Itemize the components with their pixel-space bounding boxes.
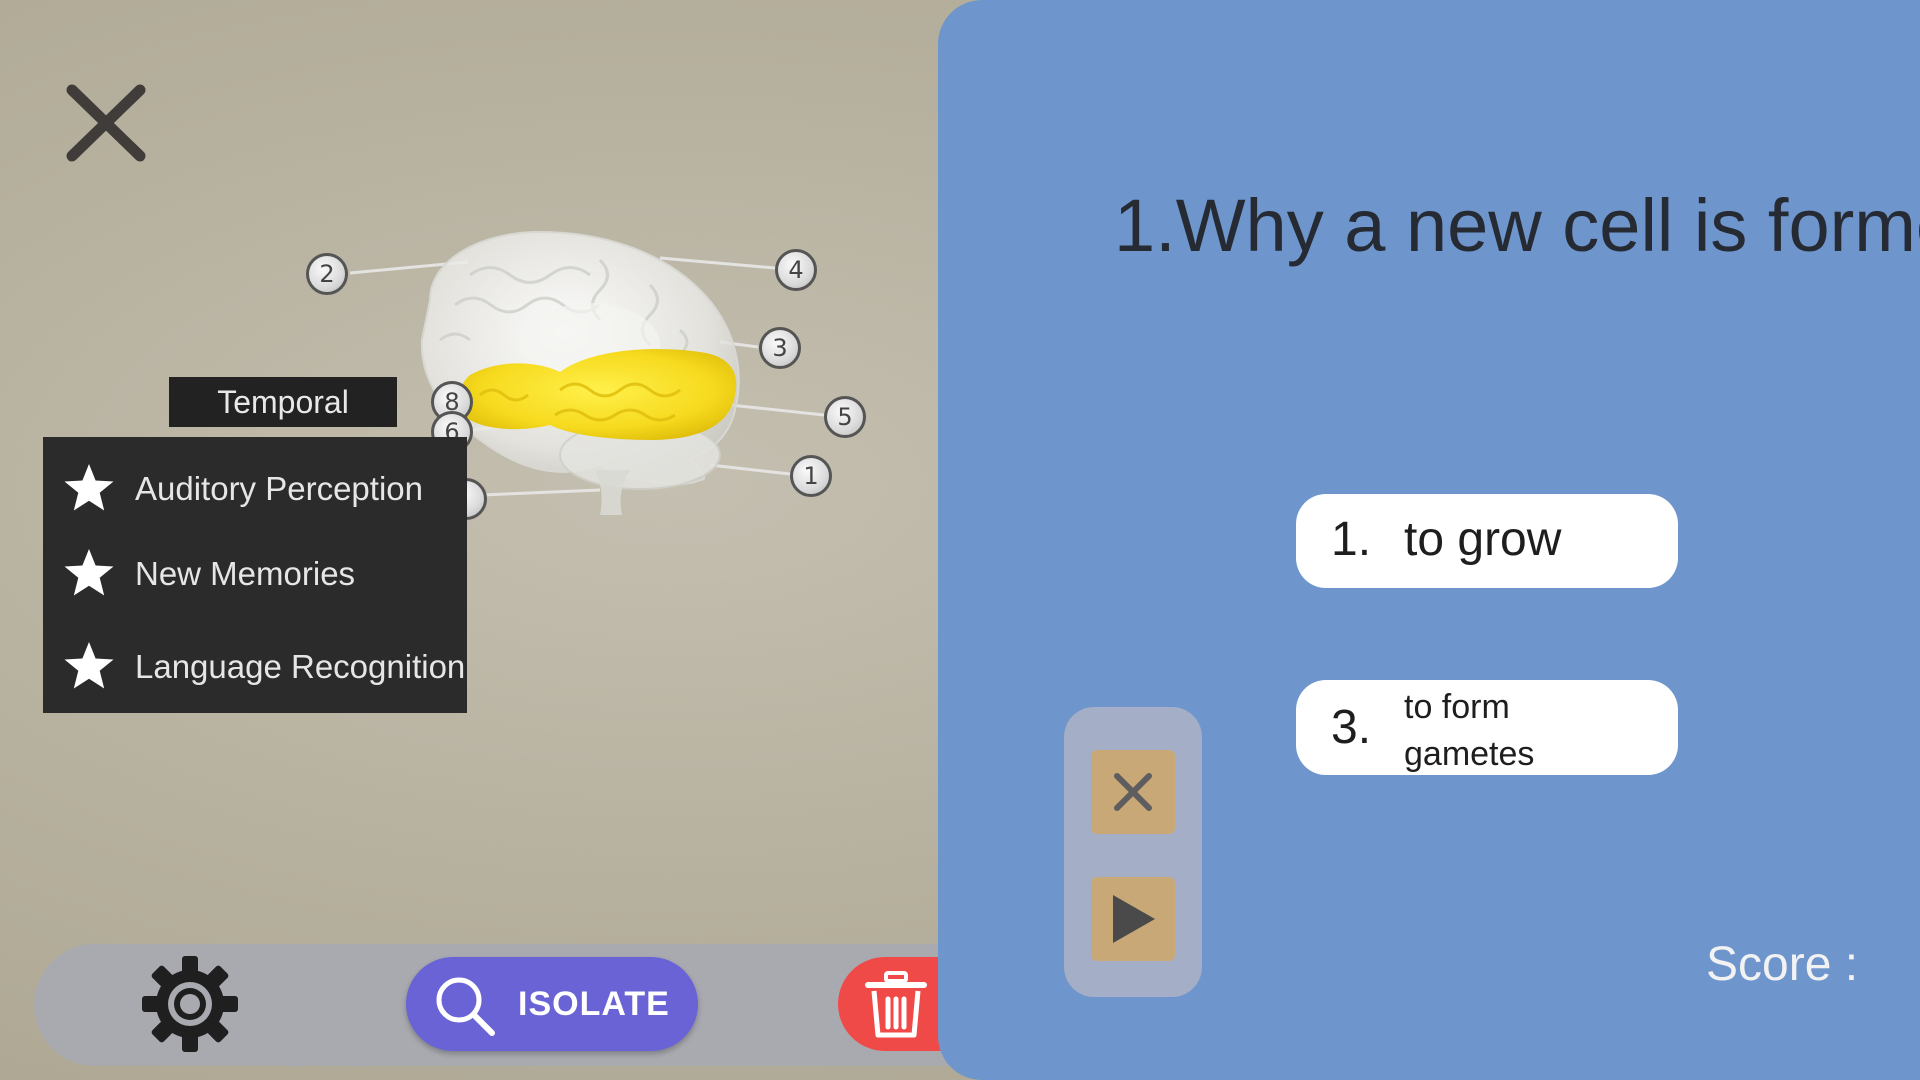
star-icon [64, 549, 114, 596]
answer-option-3[interactable]: 3. to form gametes [1296, 680, 1678, 775]
answer-option-1[interactable]: 1. to grow [1296, 494, 1678, 588]
region-label: Temporal [169, 377, 397, 427]
quiz-cancel-button[interactable] [1091, 750, 1175, 834]
info-item: New Memories [61, 544, 355, 604]
score-label: Score : [1706, 938, 1859, 991]
x-icon [1114, 773, 1152, 811]
brain-pin-1[interactable]: 1 [790, 455, 832, 497]
quiz-question: 1.Why a new cell is formed? [1114, 184, 1920, 267]
answer-number: 3. [1331, 701, 1372, 754]
info-item: Auditory Perception [61, 459, 423, 519]
info-item-label: New Memories [135, 555, 356, 592]
brain-pin-5[interactable]: 5 [824, 396, 866, 438]
trash-icon [865, 971, 927, 1038]
isolate-button-label: ISOLATE [518, 985, 670, 1023]
brain-pin-4[interactable]: 4 [775, 249, 817, 291]
ar-scene: 2 4 3 8 6 5 1 Temporal Auditory Percepti… [0, 0, 1920, 1080]
settings-button[interactable] [138, 952, 242, 1056]
play-icon [1113, 895, 1155, 943]
answer-text: to grow [1404, 513, 1562, 566]
region-info-panel: Auditory Perception New Memories Languag… [43, 437, 467, 713]
isolate-button[interactable]: ISOLATE [406, 957, 698, 1051]
star-icon [64, 642, 114, 689]
answer-text: to form gametes [1404, 688, 1535, 773]
answer-number: 1. [1331, 513, 1372, 566]
info-item: Language Recognition [61, 637, 465, 697]
info-item-label: Auditory Perception [135, 470, 423, 507]
star-icon [64, 464, 114, 511]
info-item-label: Language Recognition [135, 648, 466, 685]
close-button[interactable] [62, 80, 152, 170]
brain-pin-3[interactable]: 3 [759, 327, 801, 369]
brain-pin-2[interactable]: 2 [306, 253, 348, 295]
gear-icon [142, 956, 238, 1052]
search-icon [436, 977, 495, 1036]
quiz-play-button[interactable] [1091, 877, 1175, 961]
close-icon [66, 84, 146, 162]
